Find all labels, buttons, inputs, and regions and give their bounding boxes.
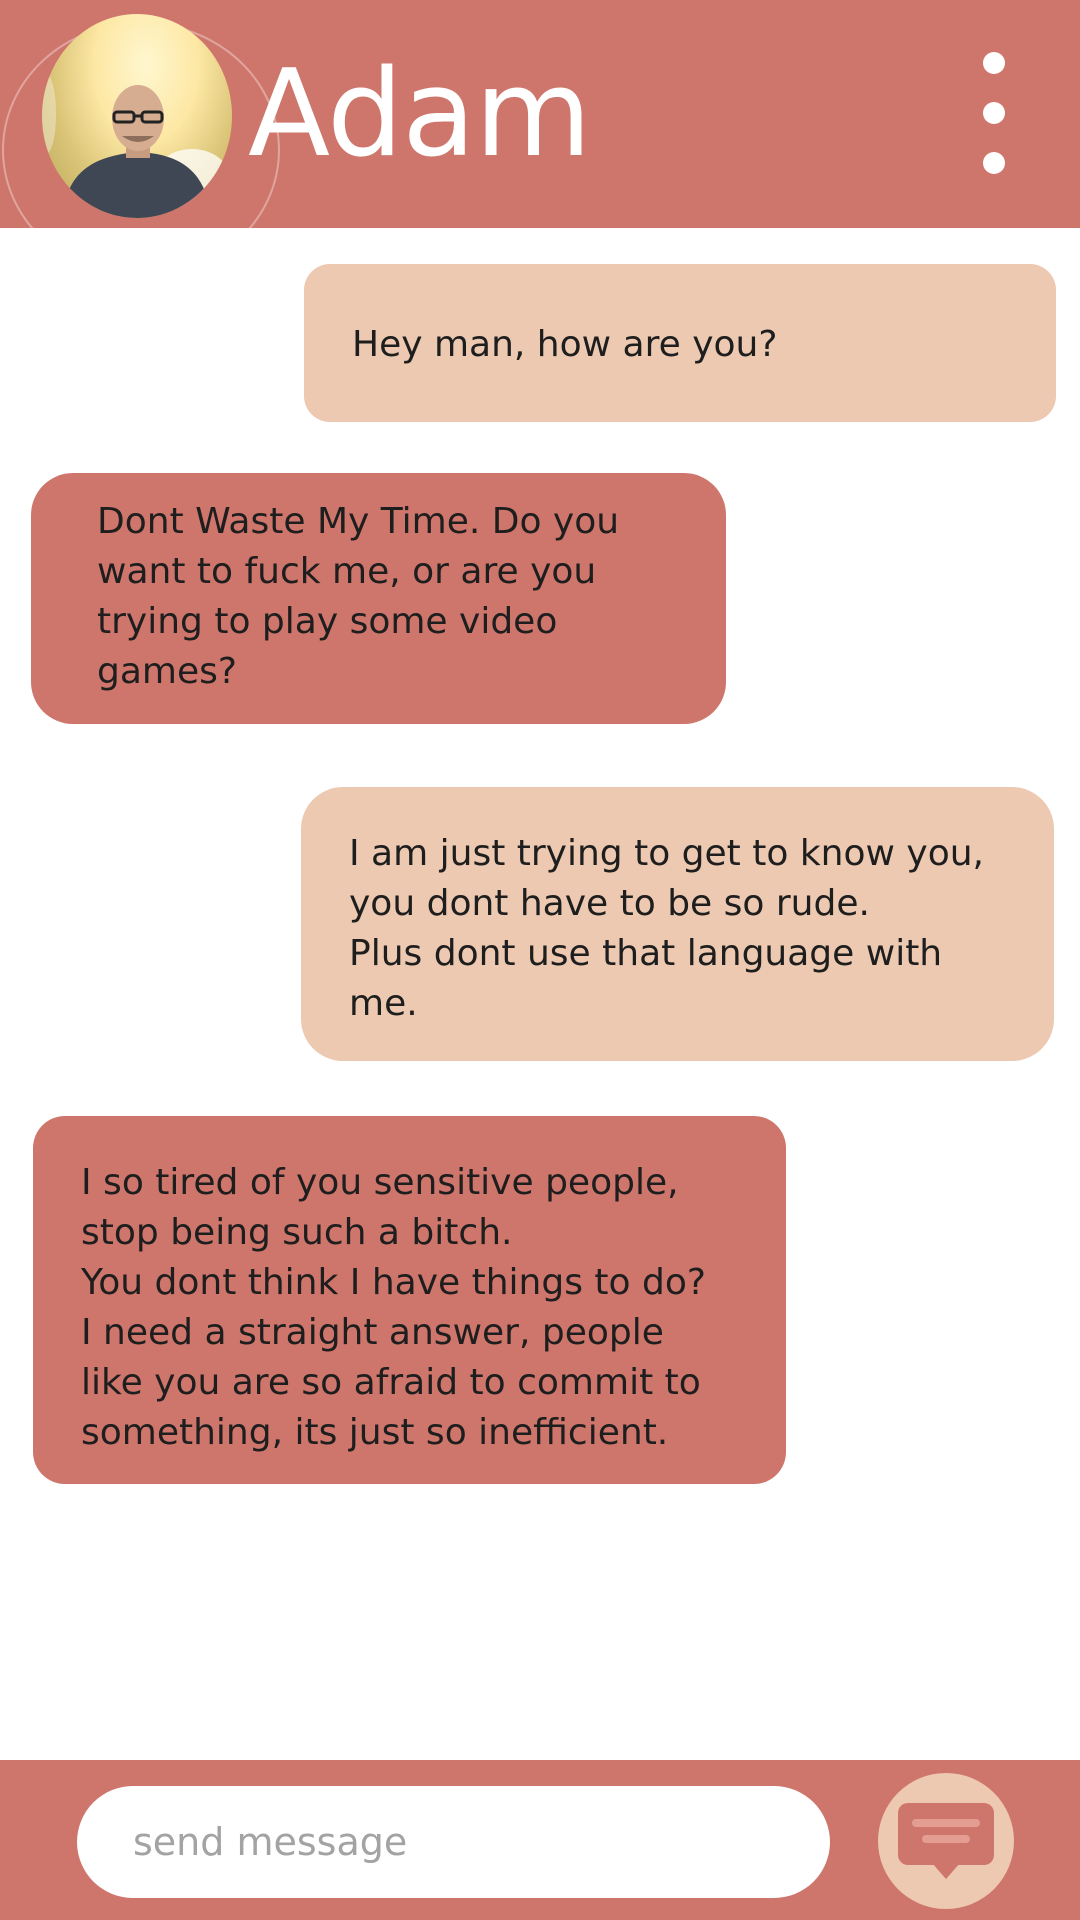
message-composer [0,1760,1080,1920]
more-options-button[interactable] [962,44,1026,184]
message-input[interactable] [77,1786,830,1898]
avatar[interactable] [42,14,232,218]
menu-dot-icon [983,102,1005,124]
contact-name: Adam [248,45,592,184]
menu-dot-icon [983,52,1005,74]
message-bubble-icon [898,1803,994,1879]
sent-message: Hey man, how are you? [304,264,1056,422]
received-message: I so tired of you sensitive people, stop… [33,1116,786,1484]
sent-message: I am just trying to get to know you, you… [301,787,1054,1061]
contact-photo-icon [42,74,230,218]
received-message: Dont Waste My Time. Do you want to fuck … [31,473,726,724]
send-button[interactable] [878,1773,1014,1909]
chat-header: Adam [0,0,1080,228]
menu-dot-icon [983,152,1005,174]
